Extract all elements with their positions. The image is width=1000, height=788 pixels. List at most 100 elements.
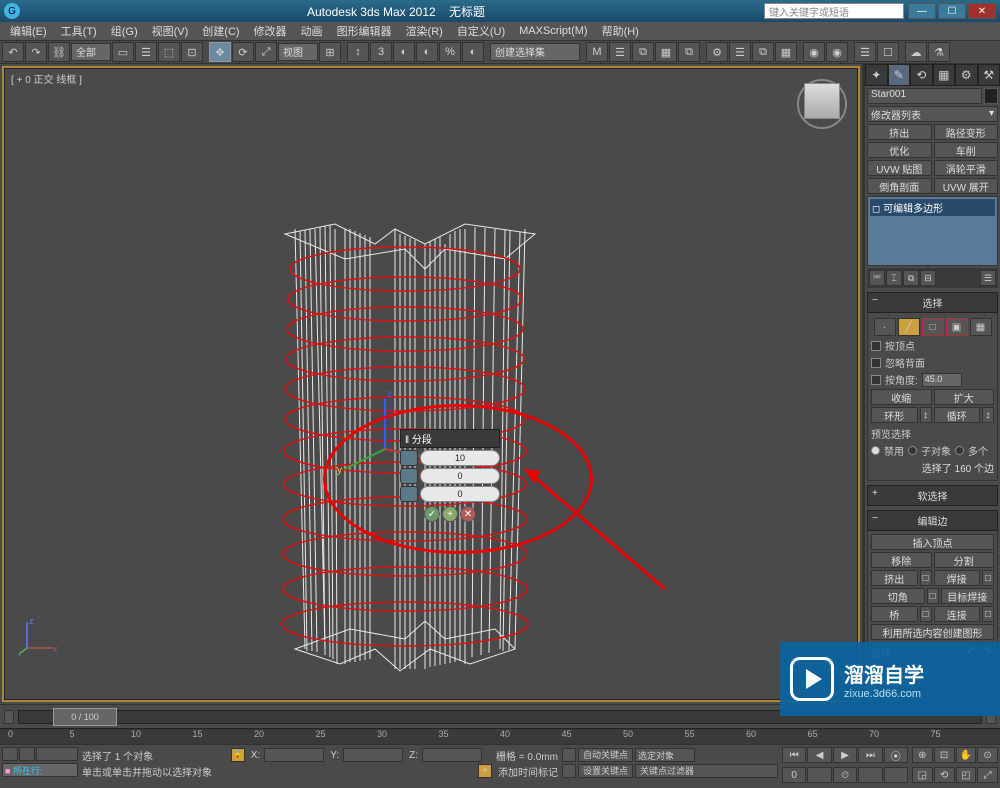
- pan-button[interactable]: ✋: [956, 747, 977, 763]
- auto-key-button[interactable]: 自动关键点: [578, 748, 633, 762]
- render-iterative-button[interactable]: ◉: [826, 42, 848, 62]
- select-and-scale-button[interactable]: ⤢: [255, 42, 277, 62]
- current-frame-field[interactable]: 0: [782, 767, 806, 783]
- snap-toggle-button[interactable]: ◐: [393, 42, 415, 62]
- menu-modifiers[interactable]: 修改器: [248, 23, 293, 39]
- key-mode-toggle-button[interactable]: [807, 767, 831, 783]
- subobj-edge-button[interactable]: ╱: [898, 318, 920, 336]
- select-object-button[interactable]: ▭: [112, 42, 134, 62]
- ref-coord-dropdown[interactable]: 视图: [278, 43, 318, 61]
- menu-rendering[interactable]: 渲染(R): [400, 23, 449, 39]
- time-config-button[interactable]: ⏲: [833, 767, 857, 783]
- schematic-view-button[interactable]: ⚙: [706, 42, 728, 62]
- tab-motion[interactable]: ▦: [933, 64, 956, 86]
- set-key-button-icon[interactable]: [562, 748, 576, 762]
- time-tag-button[interactable]: ⌖: [478, 764, 492, 778]
- fov-button[interactable]: ⟲: [934, 767, 955, 783]
- connect-settings-button[interactable]: □: [982, 606, 994, 622]
- bridge-settings-button[interactable]: □: [920, 606, 932, 622]
- align-button[interactable]: ☰: [609, 42, 631, 62]
- weld-button[interactable]: 焊接: [934, 570, 981, 586]
- ring-button[interactable]: 环形: [871, 407, 918, 423]
- preview-multi-radio[interactable]: [955, 446, 964, 455]
- object-name-field[interactable]: Star001: [867, 88, 982, 104]
- undo-button[interactable]: ↶: [2, 42, 24, 62]
- menu-maxscript[interactable]: MAXScript(M): [513, 25, 593, 37]
- menu-create[interactable]: 创建(C): [196, 23, 245, 39]
- maxscript-listener-button[interactable]: [19, 747, 35, 761]
- y-coord-field[interactable]: [343, 748, 403, 762]
- link-button[interactable]: ⛓: [48, 42, 70, 62]
- rollout-soft-selection-header[interactable]: +软选择: [867, 485, 998, 506]
- pinch-spinner[interactable]: 0: [420, 468, 500, 484]
- quick-turbosmooth-button[interactable]: 涡轮平滑: [934, 160, 999, 176]
- minimize-button[interactable]: —: [908, 3, 936, 19]
- configure-sets-button[interactable]: ☰: [980, 270, 996, 286]
- object-color-swatch[interactable]: [984, 88, 998, 104]
- percent-snap-button[interactable]: %: [439, 42, 461, 62]
- split-button[interactable]: 分割: [934, 552, 995, 568]
- rollout-edit-edges-header[interactable]: −编辑边: [867, 510, 998, 531]
- weld-settings-button[interactable]: □: [982, 570, 994, 586]
- goto-start-button[interactable]: ⏮: [782, 747, 806, 763]
- remove-modifier-button[interactable]: ⊟: [920, 270, 936, 286]
- quick-uvwmap-button[interactable]: UVW 贴图: [867, 160, 932, 176]
- x-coord-field[interactable]: [264, 748, 324, 762]
- maximize-viewport-button[interactable]: ⤢: [977, 767, 998, 783]
- tab-hierarchy[interactable]: ⟲: [910, 64, 933, 86]
- arc-rotate-button[interactable]: ⊙: [977, 747, 998, 763]
- quick-bevelprofile-button[interactable]: 倒角剖面: [867, 178, 932, 194]
- spinner-snap-button[interactable]: ◐: [462, 42, 484, 62]
- loop-button[interactable]: 循环: [934, 407, 981, 423]
- menu-graph-editors[interactable]: 图形编辑器: [331, 23, 398, 39]
- named-selection-set-dropdown[interactable]: 创建选择集: [490, 43, 580, 61]
- by-angle-checkbox[interactable]: [871, 375, 881, 385]
- key-mode-button[interactable]: [562, 764, 576, 778]
- tool-button-2[interactable]: ☐: [877, 42, 899, 62]
- caddy-segments-icon[interactable]: [400, 450, 418, 466]
- render-frame-button[interactable]: ▦: [775, 42, 797, 62]
- rollout-selection-header[interactable]: −选择: [867, 292, 998, 313]
- create-shape-button[interactable]: 利用所选内容创建图形: [871, 624, 994, 640]
- quick-optimize-button[interactable]: 优化: [867, 142, 932, 158]
- caddy-ok-button[interactable]: ✓: [424, 506, 440, 522]
- key-filters-button[interactable]: 关键点过滤器: [635, 764, 778, 778]
- maxscript-mini-button[interactable]: [2, 747, 18, 761]
- insert-vertex-button[interactable]: 插入顶点: [871, 534, 994, 550]
- time-ruler[interactable]: 051015202530354045505560657075: [0, 728, 1000, 744]
- set-key-button[interactable]: 设置关键点: [578, 764, 633, 778]
- slide-spinner[interactable]: 0: [420, 486, 500, 502]
- viewport[interactable]: [ + 0 正交 线框 ]: [4, 68, 858, 700]
- tab-create[interactable]: ✦: [865, 64, 888, 86]
- prev-frame-button[interactable]: ◀: [807, 747, 831, 763]
- menu-views[interactable]: 视图(V): [146, 23, 195, 39]
- menu-group[interactable]: 组(G): [105, 23, 144, 39]
- material-editor-button[interactable]: ☰: [729, 42, 751, 62]
- help-search-input[interactable]: 键入关键字或短语: [764, 3, 904, 19]
- by-angle-spinner[interactable]: 45.0: [922, 373, 962, 387]
- graphite-button[interactable]: ▦: [655, 42, 677, 62]
- ignore-backfacing-checkbox[interactable]: [871, 358, 881, 368]
- menu-animation[interactable]: 动画: [295, 23, 329, 39]
- ring-spinner[interactable]: ↕: [920, 407, 932, 423]
- select-by-name-button[interactable]: ☰: [135, 42, 157, 62]
- teapot-button[interactable]: ⚗: [928, 42, 950, 62]
- select-region-button[interactable]: ⬚: [158, 42, 180, 62]
- extrude-button[interactable]: 挤出: [871, 570, 918, 586]
- by-vertex-checkbox[interactable]: [871, 341, 881, 351]
- maximize-button[interactable]: ☐: [938, 3, 966, 19]
- modifier-list-dropdown[interactable]: 修改器列表: [867, 106, 998, 122]
- connect-button[interactable]: 连接: [934, 606, 981, 622]
- window-crossing-button[interactable]: ⊡: [181, 42, 203, 62]
- menu-help[interactable]: 帮助(H): [596, 23, 645, 39]
- play-button[interactable]: ▶: [833, 747, 857, 763]
- subobj-polygon-button[interactable]: ▣: [946, 318, 968, 336]
- stack-item-editable-poly[interactable]: ◻ 可编辑多边形: [870, 199, 995, 216]
- chamfer-button[interactable]: 切角: [871, 588, 925, 604]
- tab-modify[interactable]: ✎: [888, 64, 911, 86]
- app-icon[interactable]: G: [4, 3, 20, 19]
- target-weld-button[interactable]: 目标焊接: [941, 588, 995, 604]
- pin-stack-button[interactable]: ⎃: [869, 270, 885, 286]
- select-and-manipulate-button[interactable]: ↕: [347, 42, 369, 62]
- close-button[interactable]: ✕: [968, 3, 996, 19]
